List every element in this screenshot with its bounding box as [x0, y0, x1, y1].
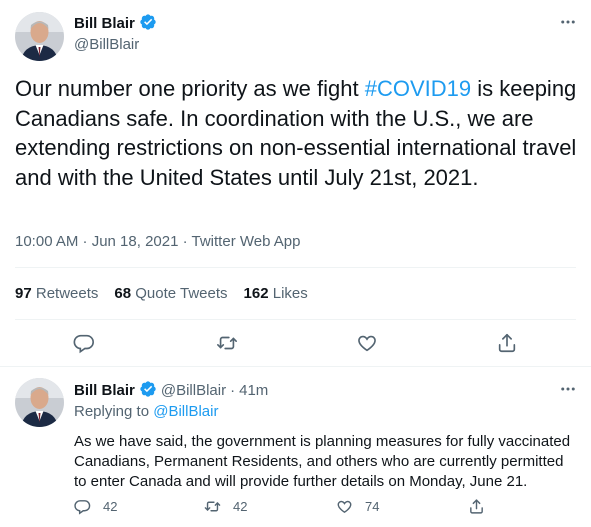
main-tweet: Bill Blair @BillBlair Our number one pri…: [0, 0, 591, 365]
reply-actions: 42 42 74: [0, 498, 591, 518]
like-count: 74: [365, 499, 380, 514]
author-handle[interactable]: @BillBlair: [74, 36, 139, 53]
retweets-count: 97: [15, 285, 32, 302]
tweet-stats: 97 Retweets 68 Quote Tweets 162 Likes: [15, 285, 324, 302]
tweet-text: Our number one priority as we fight #COV…: [15, 74, 585, 192]
retweet-icon[interactable]: [214, 330, 240, 356]
replying-to-label: Replying to: [74, 403, 154, 420]
reply-text: As we have said, the government is plann…: [74, 433, 571, 490]
tweet-text-part: Our number one priority as we fight: [15, 76, 365, 101]
reply-icon[interactable]: [71, 330, 97, 356]
author-name[interactable]: Bill Blair: [74, 13, 157, 35]
author-name-text[interactable]: Bill Blair: [74, 15, 135, 32]
reply-author-handle[interactable]: @BillBlair: [161, 382, 226, 399]
divider: [15, 267, 576, 268]
retweet-icon: [204, 501, 221, 512]
like-icon[interactable]: [354, 330, 380, 356]
tweet-meta: 10:00 AM · Jun 18, 2021 · Twitter Web Ap…: [15, 233, 300, 250]
tweet-source[interactable]: Twitter Web App: [192, 233, 301, 250]
like-icon: [337, 500, 352, 513]
retweets-stat[interactable]: 97 Retweets: [15, 285, 98, 302]
share-action[interactable]: [468, 498, 485, 515]
reply-action[interactable]: 42: [74, 498, 117, 515]
avatar[interactable]: [15, 378, 64, 427]
reply-author-name[interactable]: Bill Blair: [74, 382, 135, 399]
avatar[interactable]: [15, 12, 64, 61]
reply-header: Bill Blair @BillBlair · 41m: [74, 380, 268, 402]
like-action[interactable]: 74: [336, 498, 379, 515]
reply-timestamp[interactable]: 41m: [239, 382, 268, 399]
verified-badge-icon: [139, 380, 157, 402]
reply-tweet[interactable]: Bill Blair @BillBlair · 41m Replying to @Bi…: [0, 367, 591, 527]
retweet-action[interactable]: 42: [204, 498, 247, 515]
hashtag-link[interactable]: #COVID19: [365, 76, 471, 101]
retweet-count: 42: [233, 499, 248, 514]
tweet-actions: [0, 330, 591, 356]
share-icon: [470, 499, 483, 514]
likes-stat[interactable]: 162 Likes: [244, 285, 308, 302]
tweet-timestamp[interactable]: 10:00 AM · Jun 18, 2021 ·: [15, 233, 192, 250]
retweets-label: Retweets: [35, 285, 99, 302]
quote-tweets-count: 68: [114, 285, 132, 302]
quote-tweets-label: Quote Tweets: [135, 285, 228, 302]
share-icon[interactable]: [494, 330, 520, 356]
more-icon[interactable]: [556, 377, 580, 401]
reply-icon: [74, 500, 91, 515]
reply-count: 42: [103, 499, 118, 514]
replying-to: Replying to @BillBlair: [74, 403, 218, 420]
quote-tweets-stat[interactable]: 68 Quote Tweets: [114, 285, 227, 302]
likes-label: Likes: [272, 285, 308, 302]
more-icon[interactable]: [556, 10, 580, 34]
verified-badge-icon: [139, 13, 157, 35]
likes-count: 162: [243, 285, 269, 302]
divider: [15, 319, 576, 320]
reply-dot-separator: ·: [230, 382, 236, 399]
replying-to-handle[interactable]: @BillBlair: [153, 403, 218, 420]
